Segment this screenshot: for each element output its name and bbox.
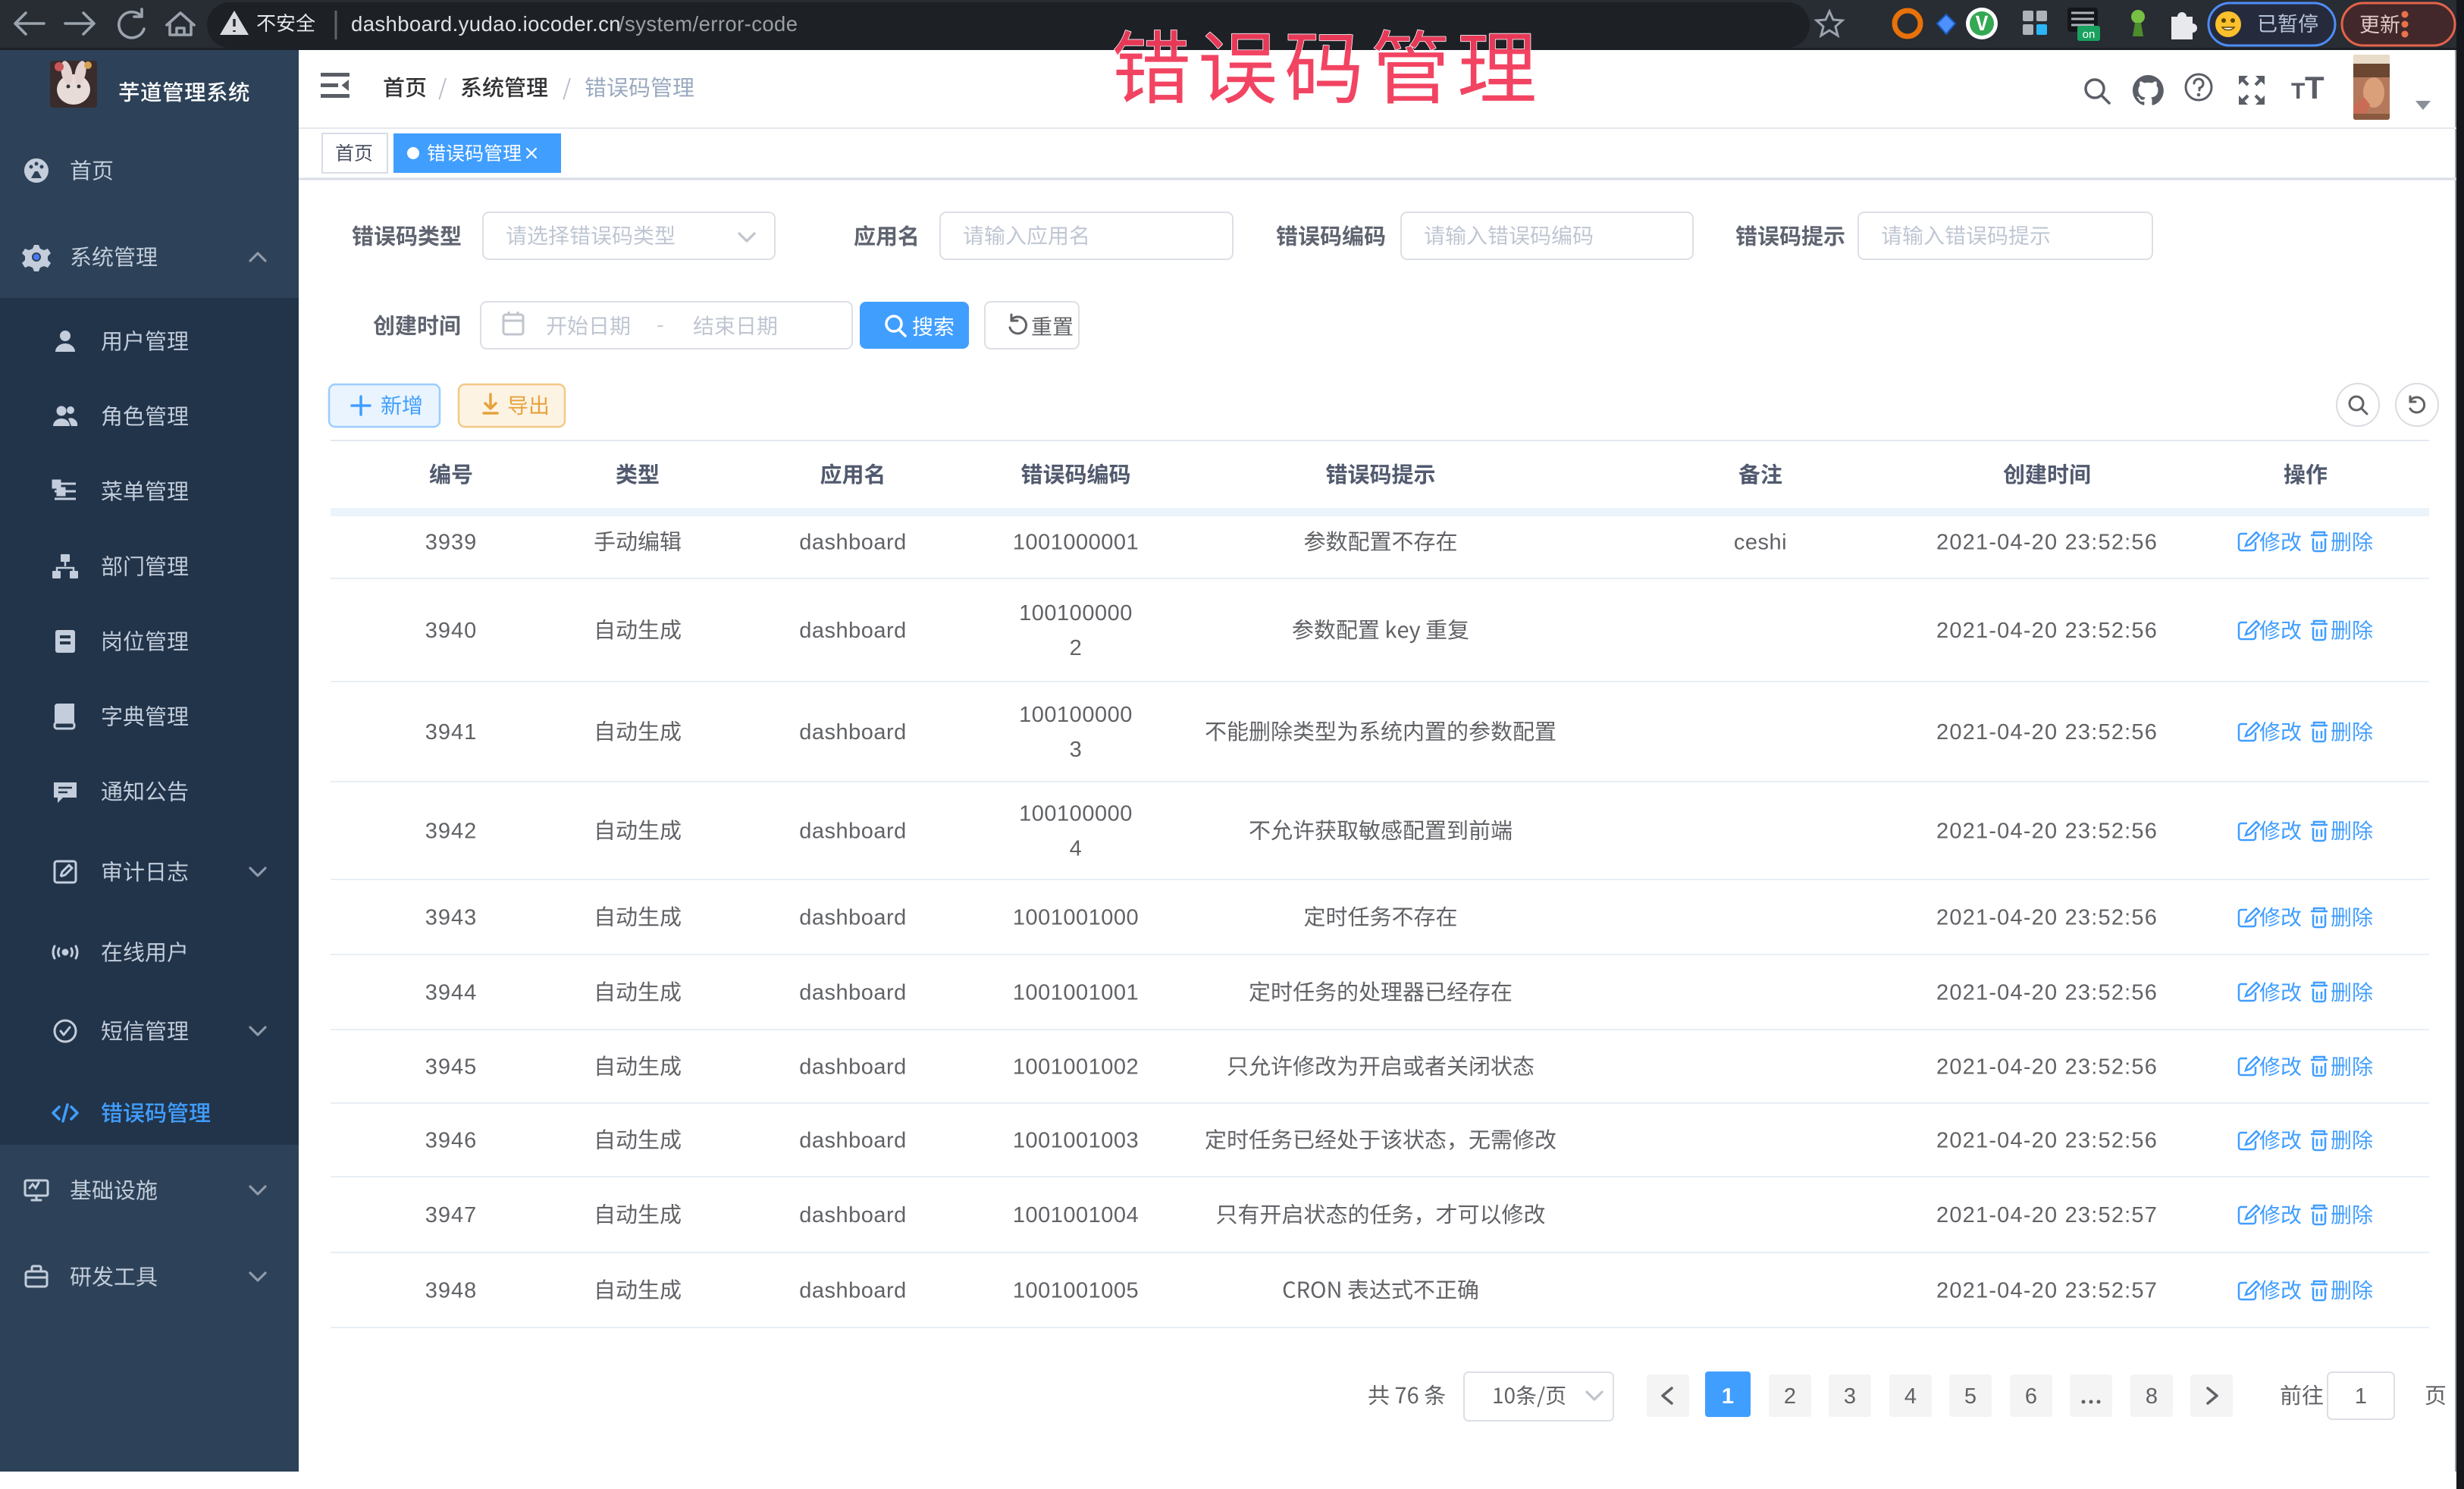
- svg-text:6: 6: [2025, 1384, 2037, 1409]
- svg-text:on: on: [2083, 28, 2096, 41]
- svg-text:100100000: 100100000: [1019, 601, 1133, 625]
- svg-text:100100000: 100100000: [1019, 703, 1133, 727]
- svg-text:1001001005: 1001001005: [1013, 1279, 1139, 1303]
- svg-text:2021-04-20 23:52:56: 2021-04-20 23:52:56: [1936, 981, 2158, 1005]
- svg-text:T: T: [2291, 79, 2305, 104]
- svg-text:3: 3: [1070, 738, 1083, 762]
- svg-text:dashboard: dashboard: [799, 1203, 907, 1227]
- svg-text:dashboard: dashboard: [799, 981, 907, 1005]
- svg-text:2021-04-20 23:52:56: 2021-04-20 23:52:56: [1936, 1129, 2158, 1153]
- svg-text:1001001002: 1001001002: [1013, 1055, 1139, 1080]
- svg-text:2021-04-20 23:52:56: 2021-04-20 23:52:56: [1936, 531, 2158, 555]
- svg-text:dashboard: dashboard: [799, 1279, 907, 1303]
- svg-text:2021-04-20 23:52:56: 2021-04-20 23:52:56: [1936, 619, 2158, 643]
- svg-text:2021-04-20 23:52:56: 2021-04-20 23:52:56: [1936, 820, 2158, 844]
- svg-text:1: 1: [2355, 1384, 2367, 1409]
- svg-text:3948: 3948: [425, 1279, 478, 1303]
- svg-text:3945: 3945: [425, 1055, 478, 1080]
- svg-text:dashboard: dashboard: [799, 820, 907, 844]
- svg-text:dashboard: dashboard: [799, 720, 907, 744]
- svg-text:3947: 3947: [425, 1203, 478, 1227]
- svg-text:dashboard: dashboard: [799, 531, 907, 555]
- svg-text:8: 8: [2146, 1384, 2158, 1409]
- svg-text:dashboard: dashboard: [799, 1129, 907, 1153]
- svg-text:3940: 3940: [425, 619, 478, 643]
- svg-text:dashboard.yudao.iocoder.cn: dashboard.yudao.iocoder.cn: [351, 12, 621, 36]
- svg-text:3942: 3942: [425, 820, 478, 844]
- svg-text:2021-04-20 23:52:56: 2021-04-20 23:52:56: [1936, 720, 2158, 744]
- svg-text:3: 3: [1844, 1384, 1856, 1409]
- svg-text:2: 2: [1070, 636, 1083, 660]
- svg-text:1001000001: 1001000001: [1013, 531, 1139, 555]
- svg-text:1001001004: 1001001004: [1013, 1203, 1139, 1227]
- svg-text:2021-04-20 23:52:56: 2021-04-20 23:52:56: [1936, 906, 2158, 930]
- svg-text:3943: 3943: [425, 906, 478, 930]
- svg-text:1: 1: [1722, 1384, 1734, 1409]
- svg-text:1001001003: 1001001003: [1013, 1129, 1139, 1153]
- svg-text:2021-04-20 23:52:57: 2021-04-20 23:52:57: [1936, 1279, 2158, 1303]
- svg-text:dashboard: dashboard: [799, 906, 907, 930]
- svg-text:1001001000: 1001001000: [1013, 906, 1139, 930]
- svg-text:4: 4: [1904, 1384, 1917, 1409]
- svg-text:3939: 3939: [425, 531, 478, 555]
- svg-text:4: 4: [1070, 837, 1083, 861]
- svg-text:1001001001: 1001001001: [1013, 981, 1139, 1005]
- svg-text:T: T: [2305, 70, 2324, 105]
- svg-text:5: 5: [1964, 1384, 1977, 1409]
- svg-text:2021-04-20 23:52:56: 2021-04-20 23:52:56: [1936, 1055, 2158, 1080]
- svg-text:3946: 3946: [425, 1129, 478, 1153]
- svg-text:2021-04-20 23:52:57: 2021-04-20 23:52:57: [1936, 1203, 2158, 1227]
- svg-text:/system/error-code: /system/error-code: [619, 12, 798, 36]
- svg-text:dashboard: dashboard: [799, 619, 907, 643]
- svg-text:3941: 3941: [425, 720, 478, 744]
- svg-text:dashboard: dashboard: [799, 1055, 907, 1080]
- svg-text:2: 2: [1784, 1384, 1796, 1409]
- svg-text:3944: 3944: [425, 981, 478, 1005]
- svg-text:ceshi: ceshi: [1734, 531, 1787, 555]
- svg-text:100100000: 100100000: [1019, 802, 1133, 826]
